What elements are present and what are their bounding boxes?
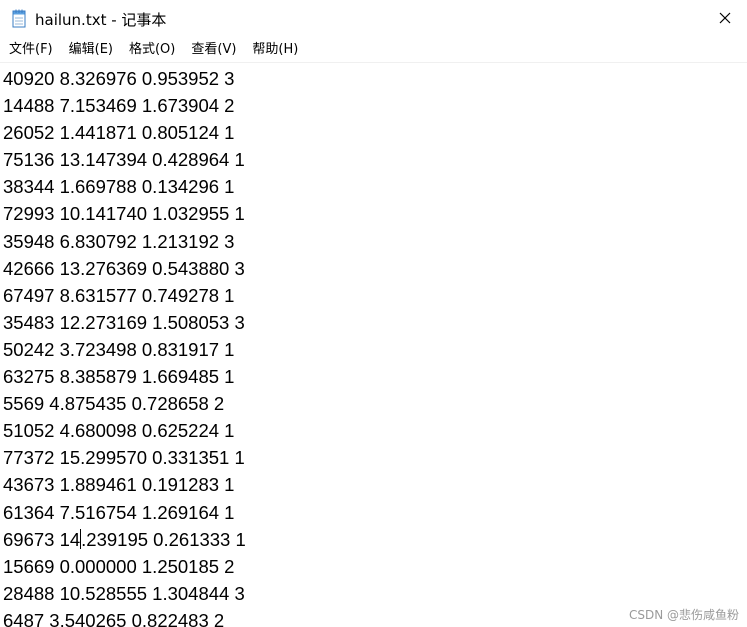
text-caret	[80, 528, 82, 549]
menu-edit[interactable]: 编辑(E)	[60, 37, 120, 61]
text-line: 6487 3.540265 0.822483 2	[3, 609, 225, 627]
text-lines: 40920 8.326976 0.953952 3 14488 7.153469 …	[3, 65, 246, 627]
text-line: 61364 7.516754 1.269164 1	[3, 501, 235, 523]
text-line: 38344 1.669788 0.134296 1	[3, 176, 235, 198]
text-line: 15669 0.000000 1.250185 2	[3, 555, 235, 577]
text-line: 72993 10.141740 1.032955 1	[3, 203, 245, 225]
notepad-icon	[12, 9, 27, 28]
text-line: 77372 15.299570 0.331351 1	[3, 447, 245, 469]
text-line: 14488 7.153469 1.673904 2	[3, 95, 235, 117]
window-title: hailun.txt - 记事本	[35, 11, 167, 29]
menu-bar: 文件(F) 编辑(E) 格式(O) 查看(V) 帮助(H)	[0, 37, 747, 61]
menu-file[interactable]: 文件(F)	[0, 37, 60, 61]
watermark: CSDN @悲伤咸鱼粉	[628, 608, 739, 622]
text-line: 50242 3.723498 0.831917 1	[3, 338, 235, 360]
text-line: 67497 8.631577 0.749278 1	[3, 284, 235, 306]
title-bar[interactable]: hailun.txt - 记事本	[0, 0, 747, 37]
text-line: 63275 8.385879 1.669485 1	[3, 366, 235, 388]
text-line: 69673 14.239195 0.261333 1	[3, 528, 246, 550]
text-line: 43673 1.889461 0.191283 1	[3, 474, 235, 496]
text-line: 28488 10.528555 1.304844 3	[3, 582, 245, 604]
text-line: 35483 12.273169 1.508053 3	[3, 311, 245, 333]
text-line: 42666 13.276369 0.543880 3	[3, 257, 245, 279]
menu-help[interactable]: 帮助(H)	[243, 37, 305, 61]
text-line: 5569 4.875435 0.728658 2	[3, 393, 225, 415]
text-editor[interactable]: 40920 8.326976 0.953952 3 14488 7.153469 …	[0, 62, 747, 627]
text-line: 40920 8.326976 0.953952 3	[3, 68, 235, 89]
menu-view[interactable]: 查看(V)	[182, 37, 243, 61]
text-line: 75136 13.147394 0.428964 1	[3, 149, 245, 171]
text-line: 26052 1.441871 0.805124 1	[3, 122, 235, 144]
text-line: 35948 6.830792 1.213192 3	[3, 230, 235, 252]
close-icon[interactable]	[717, 10, 733, 26]
text-line: 51052 4.680098 0.625224 1	[3, 420, 235, 442]
notepad-window: hailun.txt - 记事本 文件(F) 编辑(E) 格式(O) 查看(V)…	[0, 0, 747, 627]
menu-format[interactable]: 格式(O)	[120, 37, 182, 61]
